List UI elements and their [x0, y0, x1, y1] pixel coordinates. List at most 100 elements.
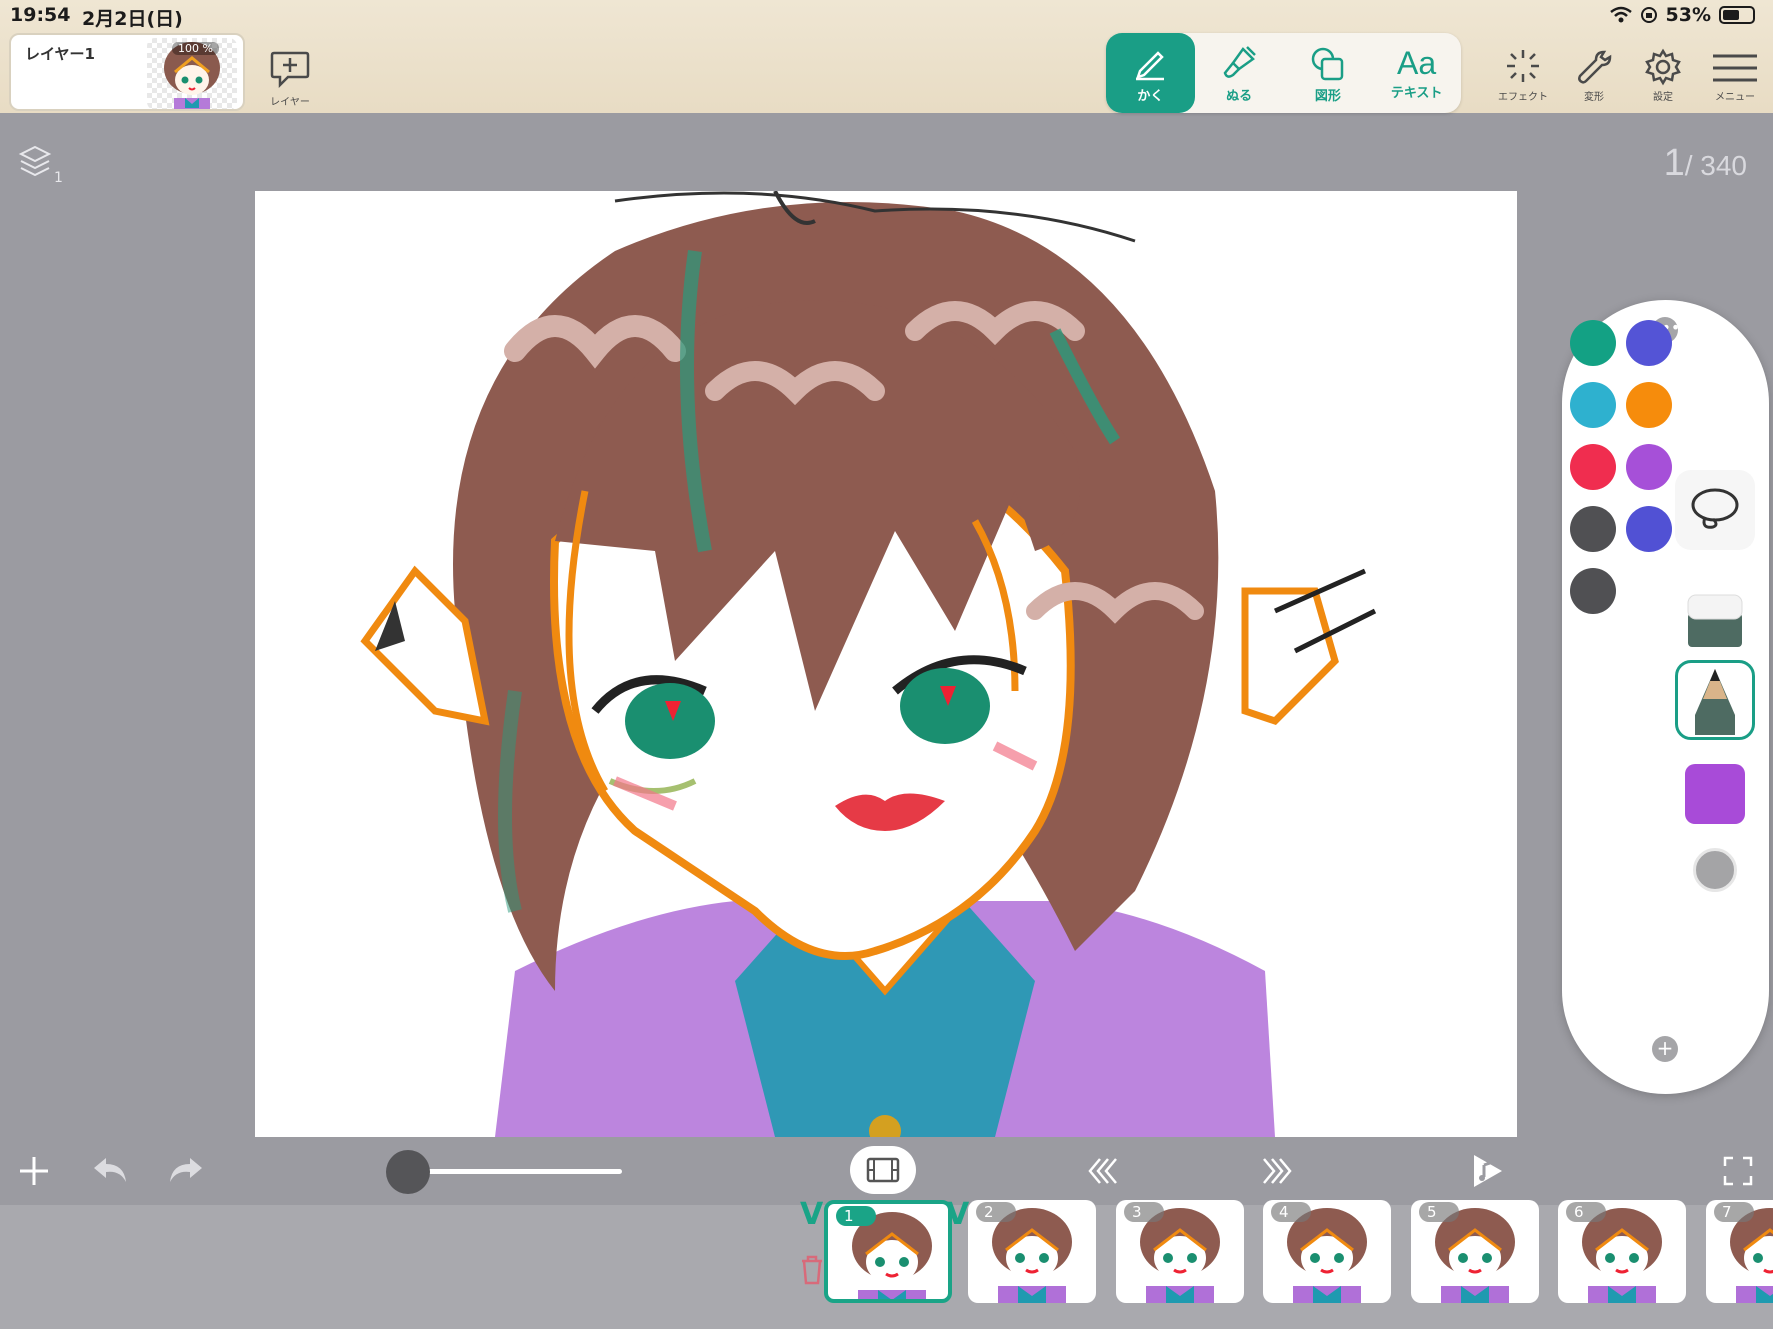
frame-total: / 340: [1684, 150, 1747, 181]
color-swatch[interactable]: [1570, 568, 1616, 614]
brush-icon: [1223, 45, 1257, 78]
undo-icon: [94, 1158, 126, 1182]
palette-add-button[interactable]: +: [1652, 1036, 1678, 1062]
tool-selector: かく ぬる 図形 Aa テキスト: [1106, 33, 1461, 113]
color-swatch[interactable]: [1570, 444, 1616, 490]
lasso-tool[interactable]: [1675, 470, 1755, 550]
color-swatch[interactable]: [1626, 506, 1672, 552]
pencil-tool[interactable]: [1675, 660, 1755, 740]
layers-icon[interactable]: [18, 144, 52, 180]
frame-current: 1: [1663, 142, 1685, 184]
menu-button[interactable]: メニュー: [1711, 50, 1759, 103]
timeline-frame[interactable]: 5: [1411, 1200, 1539, 1303]
brush-size-button[interactable]: [1675, 830, 1755, 910]
gear-icon: [1645, 48, 1681, 86]
undo-button[interactable]: [88, 1151, 132, 1191]
text-icon: Aa: [1397, 44, 1437, 81]
status-time: 19:54: [10, 4, 71, 26]
add-layer-label: レイヤー: [270, 97, 310, 108]
layer-thumbnail: 100 %: [147, 38, 237, 109]
tool-text[interactable]: Aa テキスト: [1372, 33, 1461, 113]
pen-icon: [1136, 50, 1165, 80]
filmstrip-button[interactable]: [850, 1146, 916, 1194]
next-frame-icon: [1263, 1158, 1292, 1184]
color-palette: ••• +: [1562, 300, 1769, 1094]
pencil-icon: [1695, 669, 1735, 735]
eraser-icon: [1687, 594, 1743, 647]
timeline-frame[interactable]: 4: [1263, 1200, 1391, 1303]
layer-card[interactable]: レイヤー1 100 %: [9, 33, 245, 111]
effect-label: エフェクト: [1498, 92, 1548, 103]
frame-number: 1: [836, 1206, 876, 1226]
frame-number: 6: [1566, 1202, 1606, 1222]
color-swatch[interactable]: [1626, 444, 1672, 490]
battery-icon: [1719, 6, 1755, 24]
transform-button[interactable]: 変形: [1574, 48, 1614, 103]
frame-number: 5: [1419, 1202, 1459, 1222]
redo-button[interactable]: [164, 1151, 208, 1191]
add-comment-icon: [270, 51, 310, 89]
fullscreen-icon: [1723, 1156, 1753, 1186]
fullscreen-button[interactable]: [1718, 1151, 1758, 1191]
battery-percent: 53%: [1665, 4, 1711, 26]
lasso-icon: [1691, 488, 1739, 529]
top-toolbar: 19:54 2月2日(日) 53% レイヤー1 100 % レイヤー かく ぬる…: [0, 0, 1773, 113]
add-layer-button[interactable]: レイヤー: [268, 47, 312, 108]
timeline-frame[interactable]: 2: [968, 1200, 1096, 1303]
play-button[interactable]: [1464, 1149, 1508, 1193]
speed-slider-knob[interactable]: [386, 1150, 430, 1194]
color-swatch[interactable]: [1626, 320, 1672, 366]
status-indicators: 53%: [1609, 4, 1755, 26]
menu-label: メニュー: [1715, 92, 1755, 103]
bottom-toolbar: [0, 1137, 1773, 1205]
timeline-frame[interactable]: 3: [1116, 1200, 1244, 1303]
tool-text-label: テキスト: [1390, 85, 1443, 101]
settings-label: 設定: [1653, 92, 1673, 103]
tool-shape[interactable]: 図形: [1284, 33, 1373, 113]
wrench-icon: [1578, 50, 1612, 84]
frame-number: 4: [1271, 1202, 1311, 1222]
color-swatch[interactable]: [1570, 320, 1616, 366]
play-music-icon: [1474, 1155, 1502, 1187]
color-swatch[interactable]: [1570, 382, 1616, 428]
layer-opacity: 100 %: [172, 42, 219, 55]
timeline-frame[interactable]: 7: [1706, 1200, 1773, 1303]
speed-slider-track[interactable]: [408, 1169, 622, 1174]
status-date: 2月2日(日): [82, 8, 183, 30]
effect-icon: [1507, 50, 1539, 82]
timeline-frame[interactable]: 1: [824, 1200, 952, 1303]
settings-button[interactable]: 設定: [1643, 48, 1683, 103]
layer-name: レイヤー1: [25, 45, 95, 63]
frame-counter: 1/ 340: [1664, 142, 1747, 185]
color-swatch[interactable]: [1626, 382, 1672, 428]
onion-skin-left-icon[interactable]: V: [800, 1197, 823, 1232]
redo-icon: [170, 1158, 202, 1182]
wifi-icon: [1609, 6, 1632, 23]
trash-icon[interactable]: [800, 1255, 824, 1285]
next-frame-button[interactable]: [1257, 1151, 1297, 1191]
character-drawing: [360, 191, 1377, 1137]
current-color-swatch: [1685, 764, 1745, 824]
add-frame-button[interactable]: [14, 1151, 54, 1191]
prev-frame-button[interactable]: [1083, 1151, 1123, 1191]
frame-number: 3: [1124, 1202, 1164, 1222]
shape-icon: [1311, 47, 1344, 80]
frame-number: 7: [1714, 1202, 1754, 1222]
current-color-button[interactable]: [1675, 754, 1755, 834]
menu-icon: [1713, 54, 1757, 82]
tool-draw[interactable]: かく: [1106, 33, 1195, 113]
tool-fill[interactable]: ぬる: [1195, 33, 1284, 113]
drawing-canvas[interactable]: [255, 191, 1517, 1137]
timeline-frame[interactable]: 6: [1558, 1200, 1686, 1303]
prev-frame-icon: [1088, 1158, 1117, 1184]
tool-shape-label: 図形: [1314, 88, 1341, 104]
tool-draw-label: かく: [1137, 88, 1164, 104]
frame-number: 2: [976, 1202, 1016, 1222]
film-icon: [866, 1157, 900, 1183]
transform-label: 変形: [1584, 92, 1604, 103]
tool-fill-label: ぬる: [1226, 88, 1253, 104]
plus-icon: [20, 1157, 48, 1185]
color-swatch[interactable]: [1570, 506, 1616, 552]
eraser-tool[interactable]: [1675, 580, 1755, 660]
effect-button[interactable]: エフェクト: [1498, 48, 1548, 103]
